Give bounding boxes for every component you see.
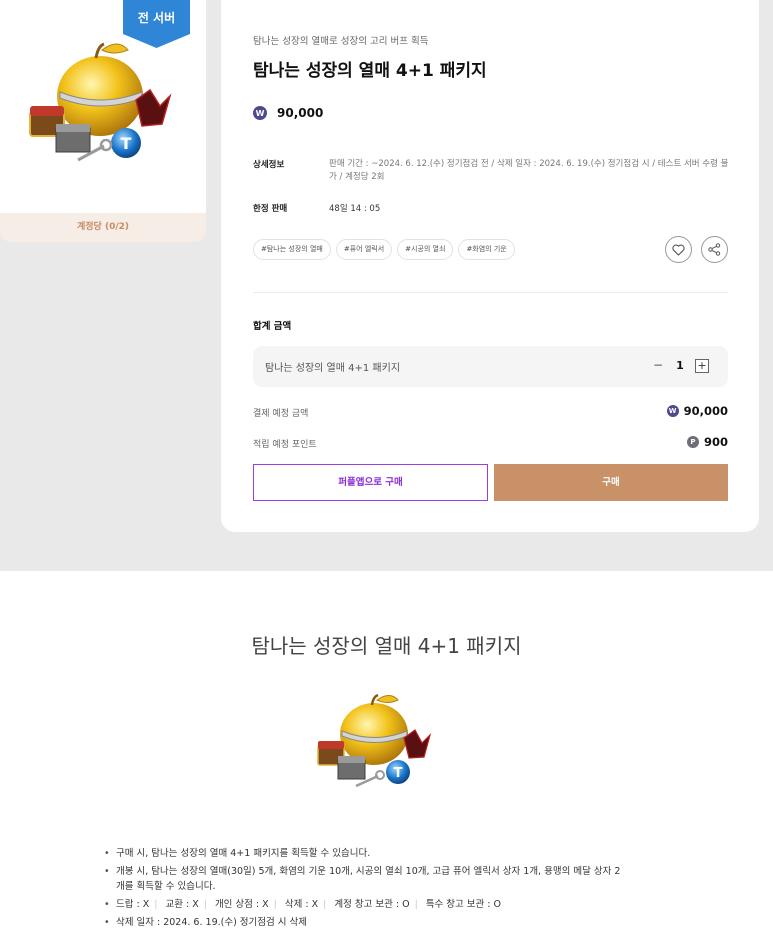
svg-text:T: T (394, 766, 403, 781)
server-badge-label: 전 서버 (137, 11, 176, 25)
description-item: 구매 시, 탐나는 성장의 열매 4+1 패키지를 획득할 수 있습니다. (104, 846, 624, 861)
quantity-value[interactable]: 1 (673, 359, 687, 372)
payment-amount-value: 90,000 (683, 404, 728, 418)
quantity-box: 탐나는 성장의 열매 4+1 패키지 − 1 + (253, 346, 728, 387)
product-thumbnail-card: T 전 서버 계정당 (0/2) (0, 0, 206, 242)
purchase-limit-label: 계정당 (0/2) (0, 213, 206, 242)
trade-flag: 개인 상점 : X (214, 899, 269, 910)
description-product-image: T (317, 693, 432, 788)
tag-item[interactable]: #시공의 열쇠 (397, 239, 454, 260)
server-badge: 전 서버 (123, 0, 190, 48)
trade-flags-item: 드랍 : X| 교환 : X| 개인 상점 : X| 삭제 : X| 계정 창고… (104, 897, 624, 912)
product-price: 90,000 (277, 106, 324, 120)
payment-amount-row: 결제 예정 금액 W 90,000 (253, 404, 728, 419)
svg-text:T: T (121, 134, 132, 153)
description-title: 탐나는 성장의 열매 4+1 패키지 (251, 634, 522, 658)
reward-point-row: 적립 예정 포인트 P 900 (253, 435, 728, 450)
detail-info-row: 상세정보 판매 기간 : ~2024. 6. 12.(수) 정기점검 전 / 삭… (253, 158, 729, 184)
tag-item[interactable]: #탐나는 성장의 열매 (253, 239, 331, 260)
point-coin-icon: P (686, 436, 699, 448)
trade-flag: 교환 : X (165, 899, 199, 910)
tag-list: #탐나는 성장의 열매 #퓨어 엘릭서 #시공의 열쇠 #화염의 기운 (253, 239, 515, 260)
description-list: 구매 시, 탐나는 성장의 열매 4+1 패키지를 획득할 수 있습니다. 개봉… (104, 846, 624, 933)
limited-sale-timer: 48일 14 : 05 (329, 204, 381, 214)
share-button[interactable] (701, 236, 728, 263)
reward-point-label: 적립 예정 포인트 (253, 440, 317, 450)
product-title: 탐나는 성장의 열매 4+1 패키지 (253, 61, 487, 81)
heart-icon (672, 243, 685, 256)
trade-flag: 특수 창고 보관 : O (425, 899, 502, 910)
detail-info-label: 상세정보 (253, 160, 285, 170)
description-item: 삭제 일자 : 2024. 6. 19.(수) 정기점검 시 삭제 (104, 915, 624, 930)
detail-info-text: 판매 기간 : ~2024. 6. 12.(수) 정기점검 전 / 삭제 일자 … (329, 159, 729, 182)
description-item: 개봉 시, 탐나는 성장의 열매(30일) 5개, 화염의 기운 10개, 시공… (104, 864, 624, 894)
currency-coin-icon: W (666, 405, 679, 417)
limited-sale-label: 한정 판매 (253, 204, 288, 214)
quantity-item-name: 탐나는 성장의 열매 4+1 패키지 (265, 363, 401, 374)
product-info-card: 탐나는 성장의 열매로 성장의 고리 버프 획득 탐나는 성장의 열매 4+1 … (221, 0, 759, 532)
like-button[interactable] (665, 236, 692, 263)
section-divider (253, 292, 728, 293)
reward-point-value: 900 (703, 435, 728, 449)
tag-item[interactable]: #화염의 기운 (458, 239, 515, 260)
buy-button[interactable]: 구매 (494, 464, 728, 501)
quantity-decrease-button[interactable]: − (651, 359, 665, 373)
price-row: W 90,000 (253, 106, 323, 120)
currency-coin-icon: W (253, 106, 267, 120)
share-icon (708, 243, 721, 256)
limited-sale-row: 한정 판매 48일 14 : 05 (253, 202, 380, 214)
tag-item[interactable]: #퓨어 엘릭서 (335, 239, 393, 260)
quantity-increase-button[interactable]: + (695, 359, 709, 373)
payment-amount-label: 결제 예정 금액 (253, 409, 309, 419)
purple-app-buy-button[interactable]: 퍼플앱으로 구매 (253, 464, 488, 501)
total-amount-label: 합계 금액 (253, 321, 292, 332)
trade-flag: 드랍 : X (116, 899, 150, 910)
trade-flag: 계정 창고 보관 : O (334, 899, 410, 910)
product-subtitle: 탐나는 성장의 열매로 성장의 고리 버프 획득 (253, 36, 429, 47)
trade-flag: 삭제 : X (284, 899, 319, 910)
